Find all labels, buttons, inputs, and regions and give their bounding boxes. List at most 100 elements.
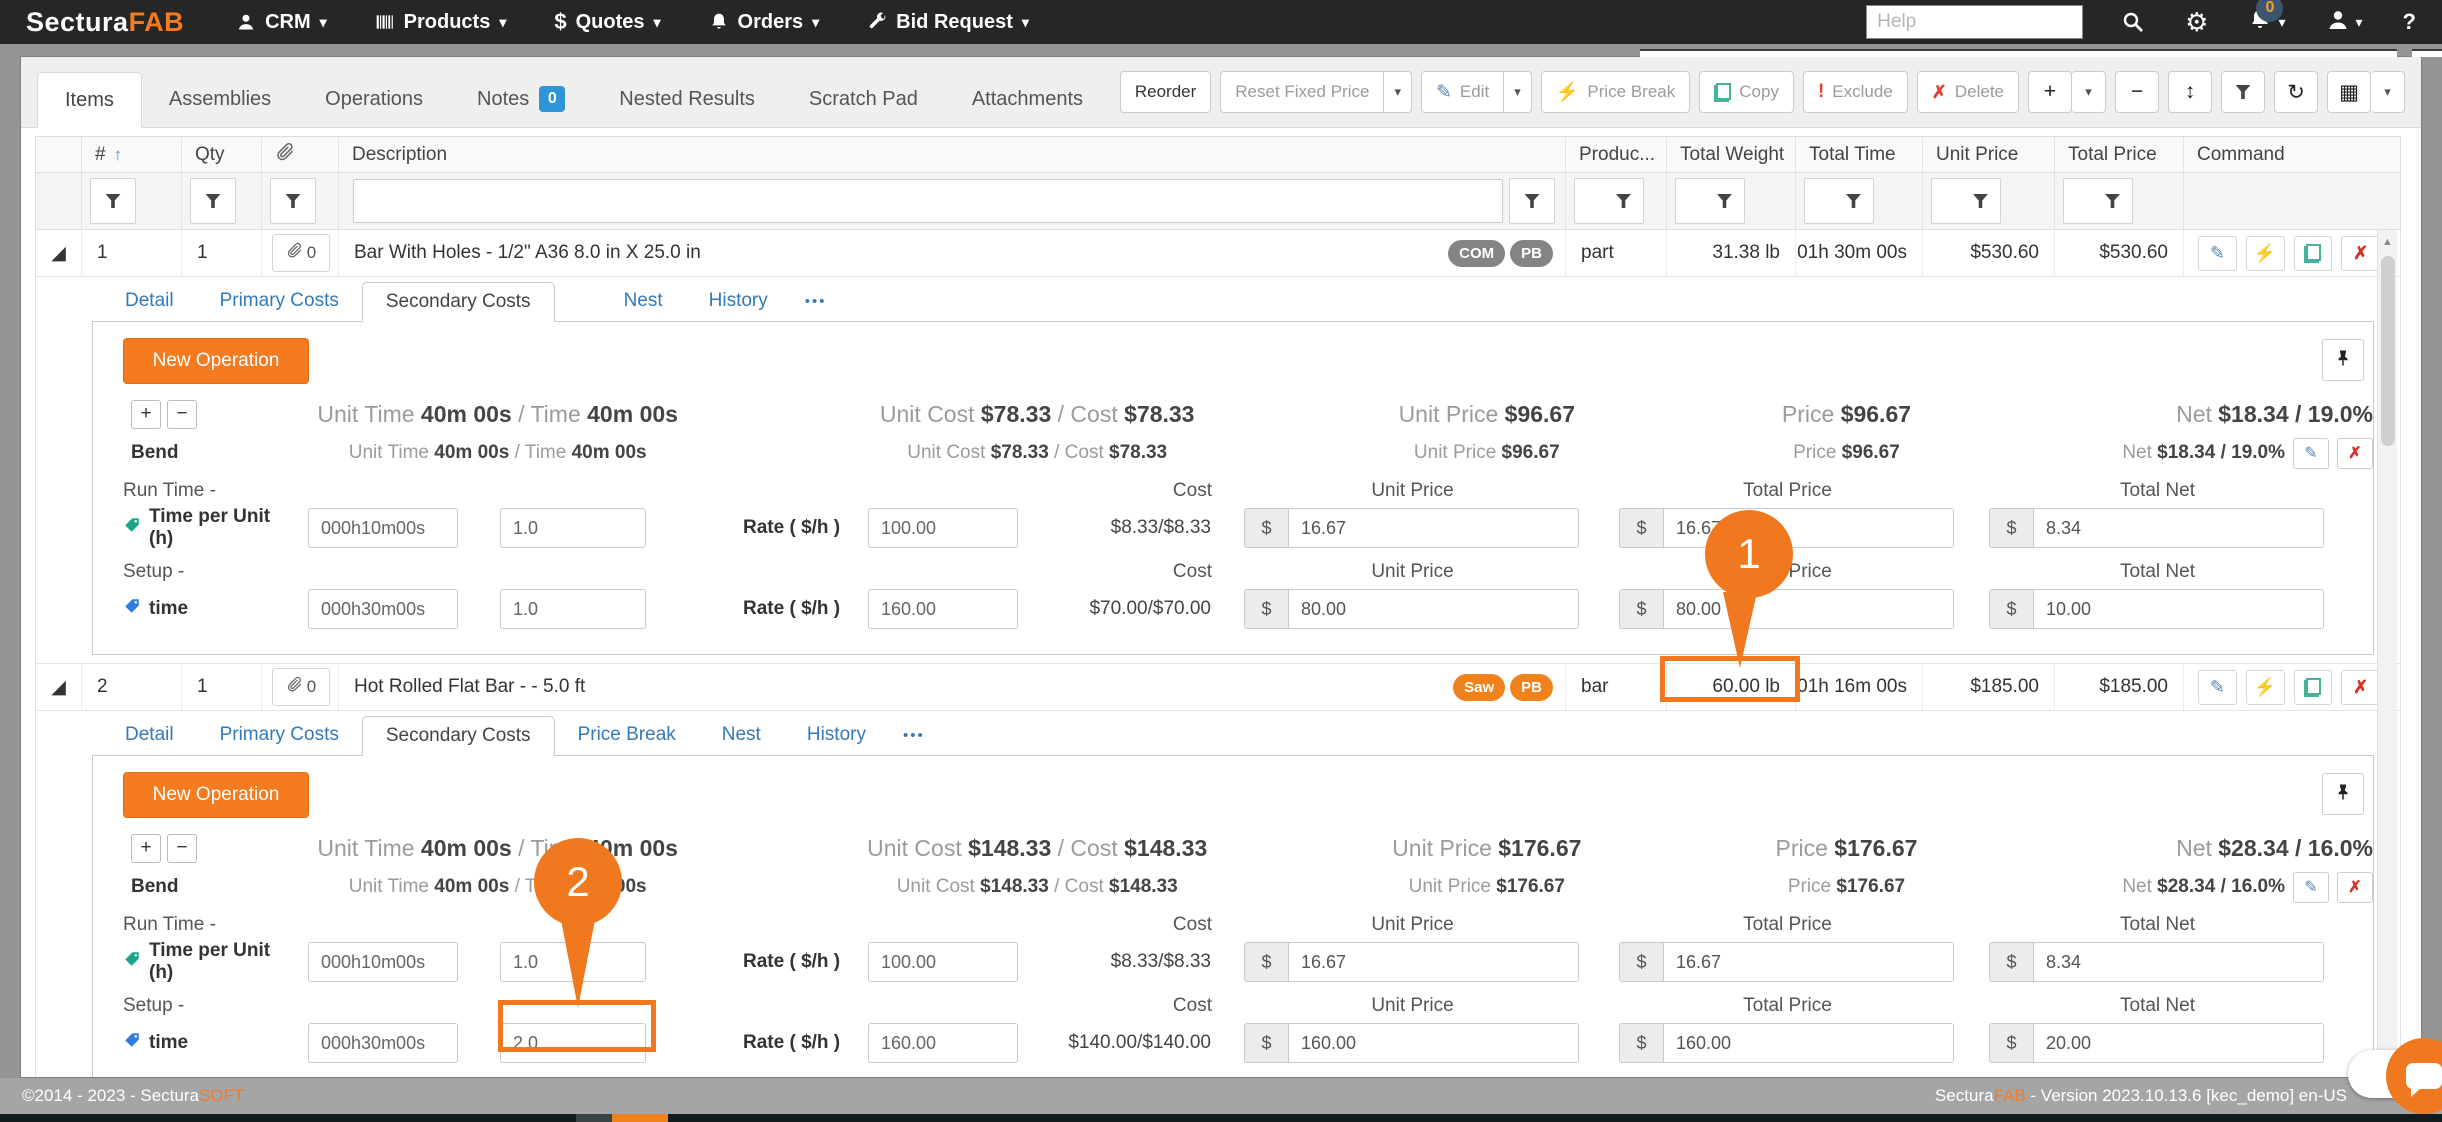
run-total-price-input[interactable]: [1664, 943, 1953, 981]
setup-rate-input[interactable]: [868, 1023, 1018, 1063]
delete-row-button[interactable]: ✗: [2341, 236, 2380, 271]
grid-view-dropdown[interactable]: ▾: [2371, 71, 2405, 113]
setup-time-input[interactable]: [308, 1023, 458, 1063]
tab-nest[interactable]: Nest: [699, 715, 784, 755]
expand-rows-button[interactable]: ↕: [2168, 71, 2212, 113]
col-total-time[interactable]: Total Time: [1796, 137, 1923, 172]
setup-unit-price-input[interactable]: [1289, 590, 1578, 628]
tab-scratch-pad[interactable]: Scratch Pad: [782, 71, 945, 127]
copy-row-button[interactable]: [2294, 670, 2333, 705]
remove-operation-button[interactable]: −: [167, 834, 197, 863]
edit-operation-button[interactable]: ✎: [2293, 872, 2329, 903]
add-operation-button[interactable]: +: [131, 834, 161, 863]
setup-time-input[interactable]: [308, 589, 458, 629]
notifications-button[interactable]: 0 ▾: [2248, 8, 2285, 37]
tab-secondary-costs[interactable]: Secondary Costs: [362, 716, 555, 756]
attachments-filter-button[interactable]: [270, 178, 316, 224]
app-logo[interactable]: SecturaFAB: [26, 7, 184, 38]
col-qty[interactable]: Qty: [182, 137, 262, 172]
col-product[interactable]: Produc...: [1566, 137, 1667, 172]
run-unit-price-input[interactable]: [1289, 509, 1578, 547]
scroll-up-icon[interactable]: ▲: [2378, 230, 2397, 248]
exclude-button[interactable]: !Exclude: [1803, 71, 1908, 113]
reset-fixed-price-dropdown[interactable]: ▾: [1384, 71, 1412, 113]
price-break-button[interactable]: ⚡Price Break: [1541, 71, 1691, 113]
attachments-button[interactable]: 0: [272, 234, 330, 272]
attachments-button[interactable]: 0: [272, 668, 330, 706]
tab-nest[interactable]: Nest: [601, 281, 686, 321]
run-rate-input[interactable]: [868, 942, 1018, 982]
remove-operation-button[interactable]: −: [167, 400, 197, 429]
product-filter-button[interactable]: [1574, 178, 1644, 224]
price-break-row-button[interactable]: ⚡: [2246, 236, 2285, 271]
menu-crm[interactable]: CRM ▾: [236, 11, 327, 34]
help-icon[interactable]: ?: [2403, 9, 2416, 35]
run-unit-price-input[interactable]: [1289, 943, 1578, 981]
run-rate-input[interactable]: [868, 508, 1018, 548]
add-operation-button[interactable]: +: [131, 400, 161, 429]
grid-scrollbar[interactable]: ▲: [2377, 230, 2397, 1065]
col-description[interactable]: Description: [339, 137, 1566, 172]
new-operation-button[interactable]: New Operation: [123, 338, 309, 384]
tab-assemblies[interactable]: Assemblies: [142, 71, 298, 127]
row-expander[interactable]: ◢: [36, 664, 82, 710]
tab-history[interactable]: History: [686, 281, 791, 321]
filter-button[interactable]: [2221, 71, 2265, 113]
time-per-unit-input[interactable]: [308, 508, 458, 548]
tab-notes[interactable]: Notes 0: [450, 71, 592, 127]
add-row-button[interactable]: +: [2028, 71, 2072, 113]
tab-price-break[interactable]: Price Break: [555, 715, 699, 755]
pin-button[interactable]: [2322, 339, 2364, 381]
edit-button[interactable]: ✎Edit: [1421, 71, 1504, 113]
menu-bid-request[interactable]: Bid Request ▾: [867, 11, 1029, 34]
menu-quotes[interactable]: $ Quotes ▾: [554, 9, 660, 35]
user-menu-button[interactable]: ▾: [2326, 8, 2363, 37]
row-expander[interactable]: ◢: [36, 230, 82, 276]
table-row[interactable]: ◢ 2 1 0 Hot Rolled Flat Bar - - 5.0 ft S…: [35, 664, 2401, 711]
time-per-unit-input[interactable]: [308, 942, 458, 982]
tab-attachments[interactable]: Attachments: [945, 71, 1110, 127]
edit-row-button[interactable]: ✎: [2198, 670, 2237, 705]
setup-qty-input[interactable]: [500, 589, 646, 629]
delete-button[interactable]: ✗Delete: [1917, 71, 2019, 113]
add-row-dropdown[interactable]: ▾: [2072, 71, 2106, 113]
run-total-net-input[interactable]: [2034, 509, 2323, 547]
setup-unit-price-input[interactable]: [1289, 1024, 1578, 1062]
time-filter-button[interactable]: [1804, 178, 1874, 224]
new-operation-button[interactable]: New Operation: [123, 772, 309, 818]
tab-primary-costs[interactable]: Primary Costs: [197, 715, 362, 755]
total-price-filter-button[interactable]: [2063, 178, 2133, 224]
delete-operation-button[interactable]: ✗: [2337, 438, 2373, 469]
more-tabs-button[interactable]: •••: [889, 715, 939, 755]
remove-row-button[interactable]: −: [2115, 71, 2159, 113]
delete-row-button[interactable]: ✗: [2341, 670, 2380, 705]
tab-items[interactable]: Items: [37, 72, 142, 128]
tab-primary-costs[interactable]: Primary Costs: [197, 281, 362, 321]
tab-detail[interactable]: Detail: [102, 281, 197, 321]
col-unit-price[interactable]: Unit Price: [1923, 137, 2055, 172]
search-icon[interactable]: [2121, 10, 2145, 34]
reorder-button[interactable]: Reorder: [1120, 71, 1211, 113]
tab-detail[interactable]: Detail: [102, 715, 197, 755]
gear-icon[interactable]: ⚙: [2185, 9, 2208, 35]
refresh-button[interactable]: ↻: [2274, 71, 2318, 113]
more-tabs-button[interactable]: •••: [791, 281, 841, 321]
tab-operations[interactable]: Operations: [298, 71, 450, 127]
edit-operation-button[interactable]: ✎: [2293, 438, 2329, 469]
setup-total-net-input[interactable]: [2034, 1024, 2323, 1062]
tab-nested-results[interactable]: Nested Results: [592, 71, 782, 127]
weight-filter-button[interactable]: [1675, 178, 1745, 224]
menu-orders[interactable]: Orders ▾: [709, 11, 820, 34]
tab-secondary-costs[interactable]: Secondary Costs: [362, 282, 555, 322]
col-num[interactable]: #↑: [82, 137, 182, 172]
scrollbar-thumb[interactable]: [2381, 256, 2395, 446]
edit-dropdown[interactable]: ▾: [1504, 71, 1532, 113]
col-attachments[interactable]: [262, 137, 339, 172]
num-filter-button[interactable]: [90, 178, 136, 224]
price-break-row-button[interactable]: ⚡: [2246, 670, 2285, 705]
copy-row-button[interactable]: [2294, 236, 2333, 271]
table-row[interactable]: ◢ 1 1 0 Bar With Holes - 1/2" A36 8.0 in…: [35, 230, 2401, 277]
description-filter-input[interactable]: [353, 179, 1503, 223]
setup-total-net-input[interactable]: [2034, 590, 2323, 628]
tab-price-break[interactable]: [555, 281, 601, 321]
